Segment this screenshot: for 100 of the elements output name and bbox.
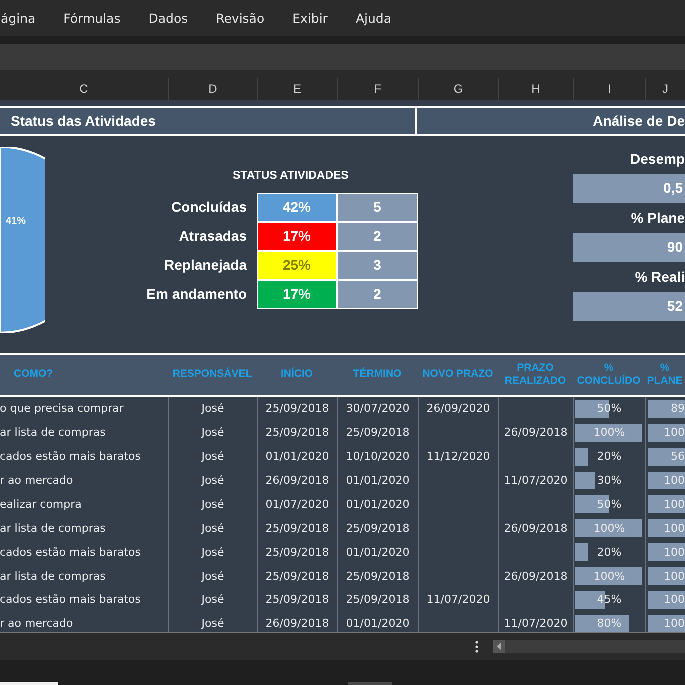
metric-value: 90 [573,232,685,262]
status-percent: 17% [257,280,337,309]
column-title: COMO? [13,367,54,382]
table-cell: 25/09/2018 [337,564,418,588]
status-percent: 42% [257,192,337,222]
progress-value: 20% [596,546,623,559]
metric-label: % Reali [634,268,685,287]
table-cell: José [168,540,257,564]
table-cell: José [168,516,257,540]
horizontal-scrollbar[interactable] [493,640,685,653]
menu-item[interactable]: Fórmulas [50,10,135,26]
table-cell: José [168,564,257,588]
column-title: PRAZO REALIZADO [504,360,568,390]
menu-item[interactable]: Dados [134,10,202,26]
table-cell: 25/09/2018 [257,588,337,612]
column-header[interactable]: C [0,78,168,100]
status-label: Replanejada [164,256,248,276]
table-cell: 25/09/2018 [257,396,337,421]
table-cell: 25/09/2018 [257,564,337,588]
table-cell: 25/09/2018 [257,420,337,445]
table-cell: 01/01/2020 [337,468,418,492]
table-cell: José [168,444,257,468]
section-title: Análise de De [592,112,685,131]
table-cell-text: ar lista de compras [0,520,107,537]
progress-value: 30% [596,474,623,487]
table-cell: 26/09/2018 [257,468,337,492]
table-cell: 01/07/2020 [257,492,337,516]
table-cell: José [168,396,257,421]
progress-value: 80% [596,617,623,630]
status-label: Em andamento [150,285,248,304]
status-percent: 17% [257,222,337,251]
progress-value: 56 [648,448,685,466]
scroll-left-icon[interactable] [493,640,505,653]
table-cell: 01/01/2020 [337,540,418,564]
pie-label: 41% [6,216,26,227]
menu-item[interactable]: Exibir [278,10,342,26]
table-cell-text: r ao mercado [0,472,74,489]
metric-label: Desemp [630,150,685,169]
table-cell: 25/09/2018 [337,588,418,612]
status-count: 3 [337,250,418,280]
progress-value: 100 [648,495,685,514]
status-count: 2 [337,222,418,251]
progress-value: 100 [648,424,685,442]
progress-value: 100 [648,614,685,632]
table-cell-text: cados estão mais baratos [0,544,142,561]
progress-value: 100% [592,570,626,582]
table-cell-text: cados estão mais baratos [0,592,142,608]
table-cell: 30/07/2020 [337,396,418,421]
table-cell: 25/09/2018 [257,540,337,564]
table-cell: 11/07/2020 [418,588,498,612]
table-cell: 10/10/2020 [337,444,418,468]
more-options-icon[interactable] [475,640,479,652]
status-percent: 25% [257,250,337,280]
table-cell: 26/09/2018 [498,564,573,588]
progress-value: 100 [648,519,685,538]
section-title: Status das Atividades [0,108,417,134]
progress-value: 100% [592,426,626,440]
table-cell: José [168,492,257,516]
progress-value: 100 [648,543,685,562]
table-cell-text: cados estão mais baratos [0,449,142,466]
status-label: Concluídas [170,198,248,218]
column-title: % PLANE [646,360,684,390]
table-cell: José [168,420,257,445]
metric-value: 52 [573,292,685,321]
progress-value: 100 [648,472,685,490]
table-cell-text: r ao mercado [0,616,74,632]
progress-value: 89 [648,400,685,418]
menu-item[interactable]: Ajuda [342,10,406,26]
column-title: TÉRMINO [352,366,403,382]
status-title: STATUS ATIVIDADES [233,170,349,182]
table-cell: 26/09/2018 [498,420,573,445]
table-cell: 01/01/2020 [257,444,337,468]
progress-value: 100% [592,522,626,535]
menu-item[interactable]: Revisão [202,10,279,26]
table-cell-text: ar lista de compras [0,425,107,442]
table-cell-text: ealizar compra [0,496,83,513]
table-cell-text: ar lista de compras [0,568,107,584]
table-cell: 11/12/2020 [418,444,498,468]
table-cell: 25/09/2018 [337,516,418,540]
progress-value: 100 [648,590,685,609]
table-cell: José [168,468,257,492]
metric-label: % Plane [630,208,685,228]
status-count: 5 [337,192,418,222]
metric-value: 0,5 [573,174,685,203]
progress-value: 100 [648,567,685,585]
table-cell: 01/01/2020 [337,492,418,516]
status-label: Atrasadas [178,227,248,246]
table-cell-text: o que precisa comprar [0,401,125,418]
column-title: INÍCIO [280,366,314,382]
table-cell: 11/07/2020 [498,468,573,492]
progress-value: 20% [596,450,623,464]
table-cell: 25/09/2018 [257,516,337,540]
column-title: NOVO PRAZO [422,367,494,382]
table-cell: 26/09/2020 [418,396,498,421]
table-cell: José [168,588,257,612]
table-cell: 25/09/2018 [337,420,418,445]
column-title: RESPONSÁVEL [172,366,254,382]
column-title: % CONCLUÍDO [576,360,642,390]
status-count: 2 [337,280,418,309]
menu-item[interactable]: ágina [1,10,50,26]
